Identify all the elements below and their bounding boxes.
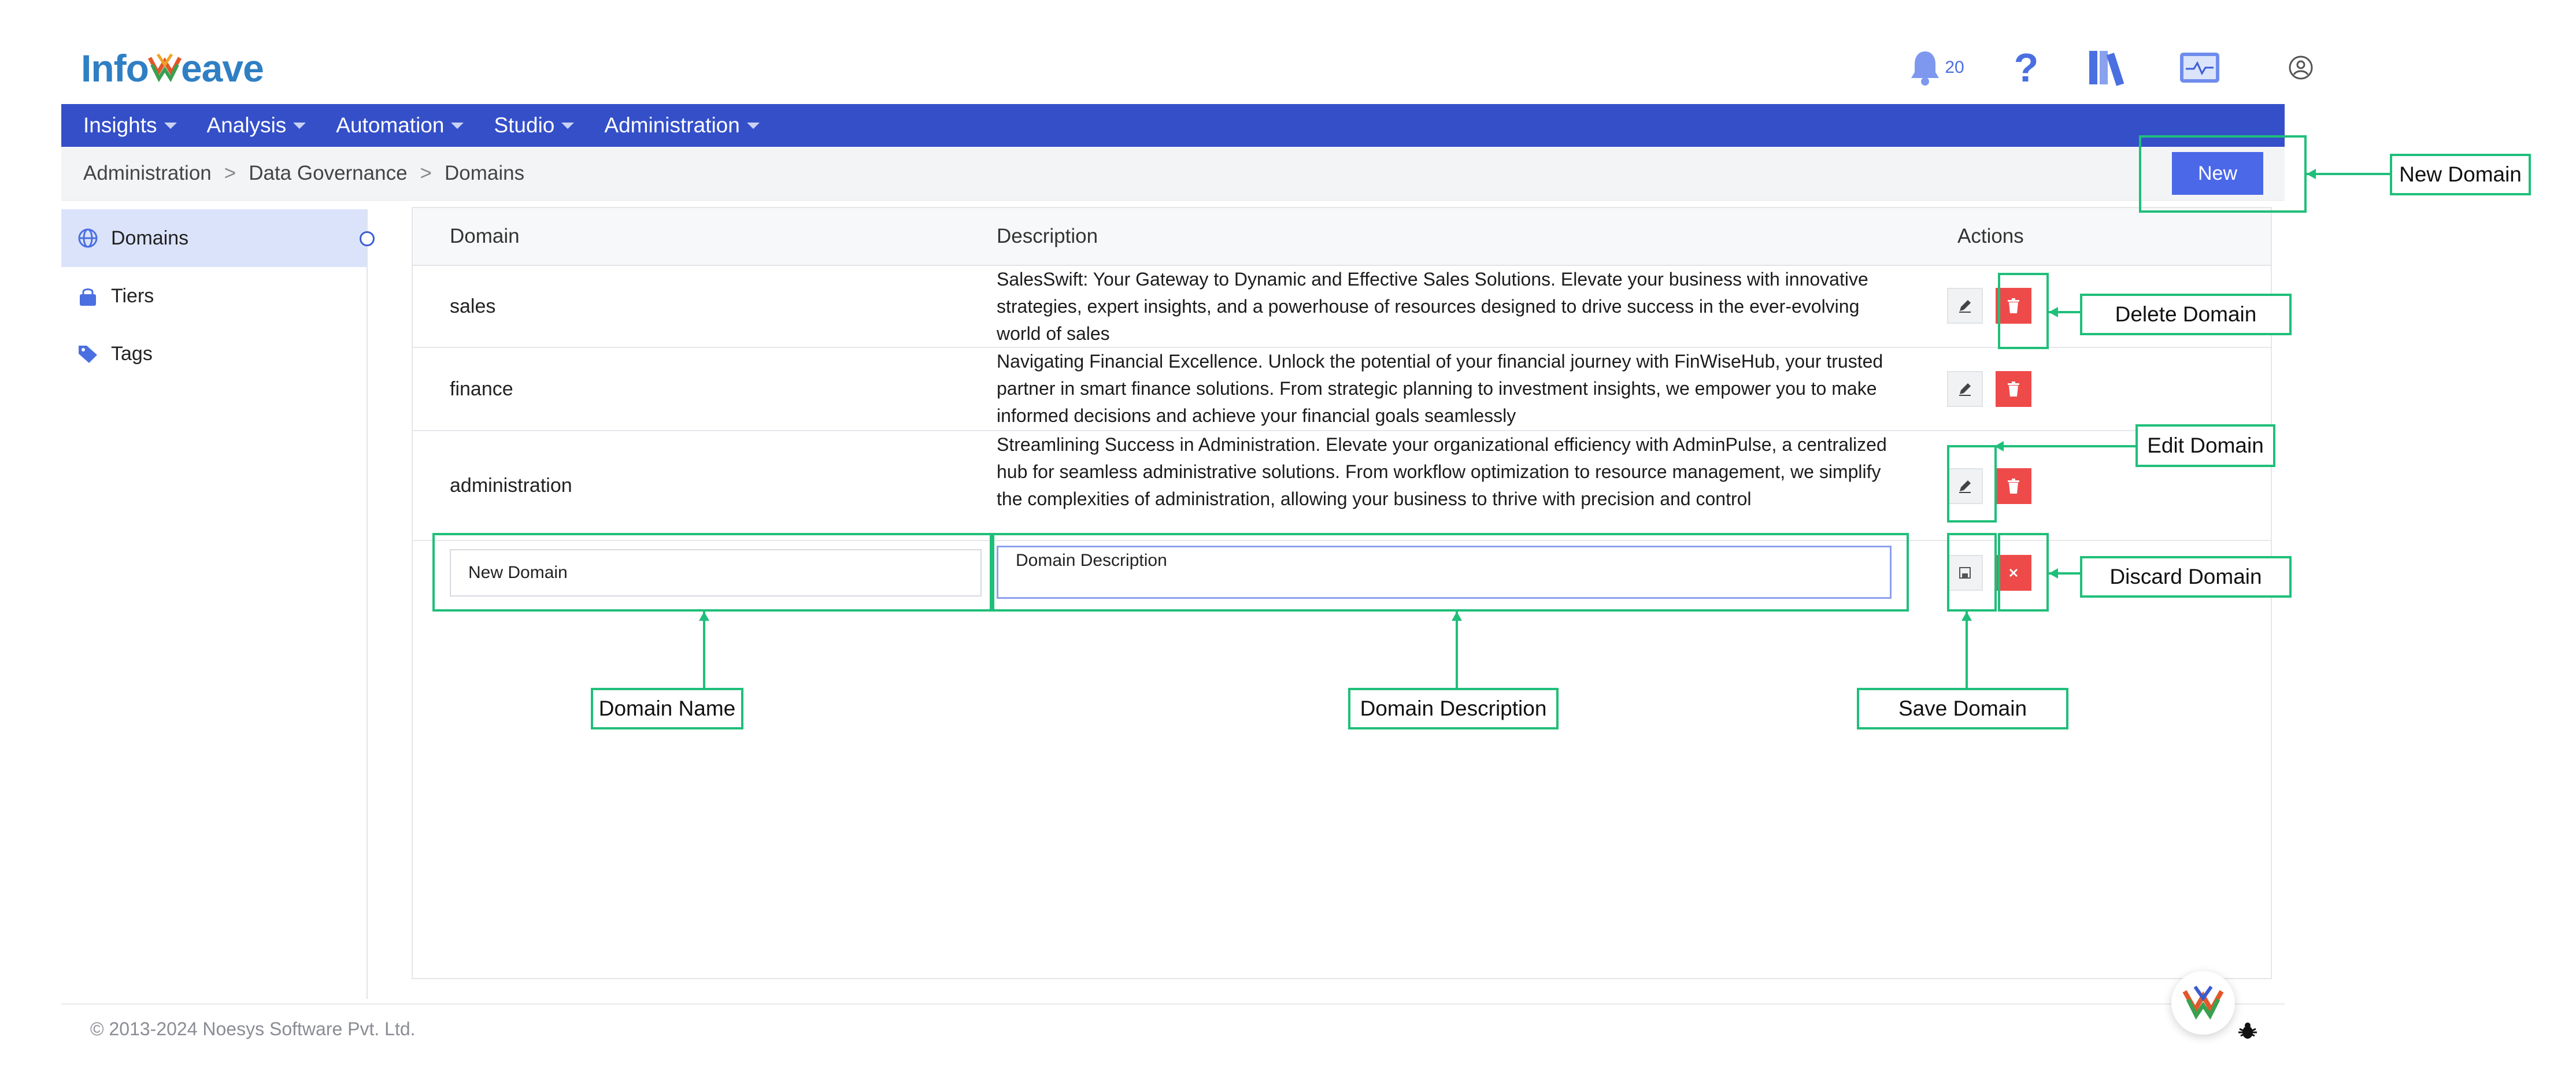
table-row: sales SalesSwift: Your Gateway to Dynami… <box>413 266 2271 348</box>
logo-text-right: eave <box>180 47 264 90</box>
sidebar-item-label: Domains <box>111 227 189 249</box>
help-button[interactable]: ? <box>1994 42 2058 94</box>
table-row: finance Navigating Financial Excellence.… <box>413 348 2271 431</box>
collapse-sidebar-toggle[interactable] <box>360 231 375 246</box>
trash-icon <box>2008 479 2019 494</box>
annotation-label-domain-description: Domain Description <box>1348 688 1559 729</box>
pencil-icon <box>1959 300 1971 313</box>
annotation-label-discard-domain: Discard Domain <box>2080 556 2292 598</box>
nav-label: Insights <box>83 113 157 137</box>
column-header-domain: Domain <box>450 225 520 247</box>
monitor-icon <box>2180 53 2219 83</box>
lock-icon <box>76 284 99 308</box>
chevron-down-icon <box>451 122 464 129</box>
domain-description: Navigating Financial Excellence. Unlock … <box>997 351 1883 426</box>
sidebar-item-tags[interactable]: Tags <box>61 325 367 383</box>
annotation-frame-save <box>1947 533 1997 612</box>
edit-domain-button[interactable] <box>1947 288 1983 324</box>
breadcrumb-item[interactable]: Data Governance <box>249 162 407 185</box>
user-icon <box>2289 55 2313 80</box>
annotation-frame-delete <box>1998 273 2049 349</box>
sidebar-item-domains[interactable]: Domains <box>61 209 367 267</box>
nav-label: Studio <box>494 113 555 137</box>
breadcrumb-item: Domains <box>445 162 525 184</box>
bug-report-icon[interactable] <box>2237 1021 2258 1042</box>
footer-divider <box>61 1003 2285 1005</box>
nav-insights[interactable]: Insights <box>83 113 177 138</box>
annotation-label-new-domain: New Domain <box>2390 154 2531 195</box>
nav-automation[interactable]: Automation <box>336 113 464 138</box>
tag-icon <box>76 342 99 365</box>
pencil-icon <box>1959 383 1971 396</box>
domain-description: Streamlining Success in Administration. … <box>997 434 1887 509</box>
sidebar-item-tiers[interactable]: Tiers <box>61 267 367 325</box>
domain-description: SalesSwift: Your Gateway to Dynamic and … <box>997 269 1868 344</box>
books-icon <box>2089 51 2125 86</box>
logo-text-left: Info <box>81 47 149 90</box>
assistant-fab[interactable] <box>2171 971 2235 1035</box>
sidebar-item-label: Tags <box>111 342 153 365</box>
globe-icon <box>76 227 99 250</box>
sidebar-item-label: Tiers <box>111 284 154 307</box>
table-header: Domain Description Actions <box>413 208 2271 266</box>
user-profile-button[interactable] <box>2272 42 2330 94</box>
chevron-right-icon: > <box>224 162 236 184</box>
breadcrumb-bar: Administration > Data Governance > Domai… <box>61 147 2285 201</box>
column-header-description: Description <box>997 225 1098 247</box>
nav-analysis[interactable]: Analysis <box>207 113 306 138</box>
chevron-right-icon: > <box>420 162 432 184</box>
annotation-frame-edit <box>1947 445 1997 523</box>
domain-name: administration <box>450 474 572 497</box>
domain-name: sales <box>450 295 496 317</box>
column-header-actions: Actions <box>1957 225 2024 247</box>
app-logo[interactable]: Info eave <box>81 45 264 91</box>
chevron-down-icon <box>746 122 760 129</box>
annotation-label-save-domain: Save Domain <box>1857 688 2068 729</box>
monitor-button[interactable] <box>2168 42 2231 94</box>
nav-administration[interactable]: Administration <box>604 113 760 138</box>
logo-mark-icon <box>147 53 182 83</box>
nav-label: Administration <box>604 113 740 137</box>
help-icon: ? <box>2014 45 2039 90</box>
copyright-text: © 2013-2024 Noesys Software Pvt. Ltd. <box>90 1018 416 1039</box>
chevron-down-icon <box>561 122 575 129</box>
nav-studio[interactable]: Studio <box>494 113 575 138</box>
breadcrumb: Administration > Data Governance > Domai… <box>83 147 524 200</box>
chevron-down-icon <box>293 122 306 129</box>
notifications-button[interactable]: 20 <box>1902 42 1971 94</box>
nav-label: Automation <box>336 113 445 137</box>
bell-icon <box>1911 51 1940 86</box>
sidebar: Domains Tiers Tags <box>61 209 368 999</box>
chevron-down-icon <box>164 122 177 129</box>
annotation-frame-name <box>432 533 992 612</box>
trash-icon <box>2008 381 2019 397</box>
infoveave-logo-icon <box>2182 986 2224 1020</box>
annotation-label-domain-name: Domain Name <box>591 688 743 729</box>
annotation-label-delete-domain: Delete Domain <box>2080 294 2292 335</box>
annotation-frame-new <box>2139 135 2307 213</box>
notification-count: 20 <box>1945 58 1964 77</box>
delete-domain-button[interactable] <box>1996 371 2031 407</box>
main-nav: Insights Analysis Automation Studio Admi… <box>61 104 2285 147</box>
domain-name: finance <box>450 377 513 400</box>
annotation-frame-description <box>992 533 1909 612</box>
edit-domain-button[interactable] <box>1947 371 1983 407</box>
delete-domain-button[interactable] <box>1996 468 2031 504</box>
annotation-frame-discard <box>1998 533 2049 612</box>
header-actions: 20 ? <box>1902 42 2330 94</box>
breadcrumb-item[interactable]: Administration <box>83 162 212 185</box>
nav-label: Analysis <box>206 113 287 137</box>
library-button[interactable] <box>2075 42 2139 94</box>
annotation-label-edit-domain: Edit Domain <box>2135 424 2275 467</box>
